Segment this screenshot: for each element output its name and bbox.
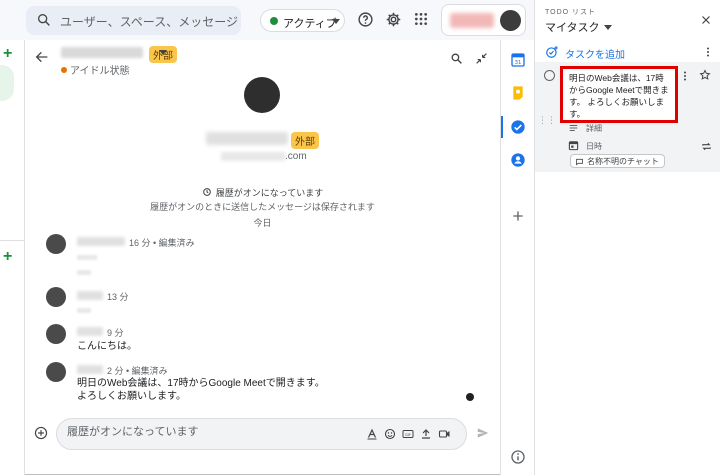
sender-name-blurred: [77, 237, 125, 246]
task-title-input[interactable]: 明日のWeb会議は、17時からGoogle Meetで開きます。 よろしくお願い…: [560, 66, 678, 123]
task-list-name: マイタスク: [545, 22, 600, 34]
svg-text:GIF: GIF: [405, 433, 411, 437]
task-date-field[interactable]: 日時: [586, 141, 602, 152]
side-app-rail: 31: [500, 40, 534, 475]
add-chat-icon[interactable]: +: [3, 45, 12, 63]
account-logo-blurred: [450, 13, 494, 28]
message-text-blurred: [77, 308, 91, 313]
profile-email-domain: .com: [285, 151, 307, 162]
history-notice-text: 履歴がオンになっています: [215, 188, 324, 198]
message-input[interactable]: [67, 426, 347, 438]
profile-avatar: [244, 77, 280, 113]
message-text: よろしくお願いします。: [77, 391, 186, 402]
avatar[interactable]: [46, 324, 66, 344]
left-nav-strip: + +: [0, 40, 25, 475]
close-icon[interactable]: [700, 14, 712, 26]
contact-name-blurred[interactable]: [61, 47, 143, 58]
avatar[interactable]: [46, 234, 66, 254]
add-space-icon[interactable]: +: [3, 248, 12, 266]
chevron-down-icon: [603, 25, 612, 30]
profile-name-blurred: [206, 132, 288, 145]
apps-grid-icon[interactable]: [413, 11, 429, 27]
profile-email-blurred: [221, 152, 285, 161]
history-subtext: 履歴がオンのときに送信したメッセージは保存されます: [150, 202, 375, 212]
star-icon[interactable]: [699, 69, 711, 81]
divider: [0, 240, 25, 241]
history-icon: [202, 188, 211, 196]
add-task-button[interactable]: タスクを追加: [565, 46, 625, 61]
back-arrow-icon[interactable]: [34, 49, 50, 65]
gif-icon[interactable]: GIF: [402, 428, 414, 440]
keep-app-icon[interactable]: [510, 85, 526, 101]
search-icon: [38, 13, 50, 26]
gear-icon[interactable]: [385, 11, 402, 28]
format-text-icon[interactable]: [366, 428, 378, 440]
sender-name-blurred: [77, 291, 103, 300]
message-text-blurred: [77, 270, 91, 275]
more-vert-icon[interactable]: [703, 46, 713, 58]
message-meta: 9 分: [107, 328, 124, 338]
chevron-down-icon: [332, 19, 340, 24]
video-call-icon[interactable]: [438, 428, 451, 440]
tasks-panel: TODO リスト マイタスク タスクを追加 ⋮⋮ 明日のWeb会議は、17時から…: [534, 0, 720, 475]
sender-name-blurred: [77, 327, 103, 336]
source-chat-chip[interactable]: 名称不明のチャット: [570, 154, 665, 168]
search-placeholder: ユーザー、スペース、メッセージを検索: [60, 15, 238, 29]
top-bar: ユーザー、スペース、メッセージを検索 アクティブ: [0, 0, 534, 40]
status-dropdown[interactable]: アクティブ: [260, 9, 345, 32]
selected-nav-indicator: [0, 65, 14, 101]
message-meta: 2 分 • 編集済み: [107, 366, 168, 376]
presence-label: アイドル状態: [70, 66, 130, 77]
avatar[interactable]: [46, 362, 66, 382]
calendar-app-icon[interactable]: 31: [510, 52, 526, 68]
task-list-selector[interactable]: マイタスク: [545, 19, 612, 35]
date-divider: 今日: [253, 218, 272, 228]
external-badge: 外部: [291, 132, 319, 149]
calendar-icon: [568, 141, 579, 151]
svg-text:31: 31: [515, 60, 522, 66]
message-text-blurred: [77, 255, 97, 260]
sender-name-blurred: [77, 365, 103, 374]
drag-handle-icon[interactable]: ⋮⋮: [538, 115, 556, 126]
chat-panel: 外部 アイドル状態 外部 .com 履歴がオンになっています 履歴がオンのときに…: [25, 40, 500, 475]
tasks-panel-label: TODO リスト: [545, 9, 597, 16]
message-meta: 13 分: [107, 292, 129, 302]
add-task-icon[interactable]: [545, 45, 559, 59]
search-icon[interactable]: [450, 52, 463, 65]
idle-dot: [61, 67, 67, 73]
emoji-icon[interactable]: [384, 428, 396, 440]
status-dot: [270, 17, 278, 25]
message-text: こんにちは。: [77, 341, 137, 352]
chevron-down-icon[interactable]: [159, 50, 167, 55]
repeat-icon[interactable]: [701, 141, 712, 152]
history-notice: 履歴がオンになっています: [25, 186, 500, 199]
send-icon[interactable]: [476, 426, 490, 440]
info-icon[interactable]: [510, 449, 526, 465]
chat-header: 外部 アイドル状態: [25, 40, 500, 78]
account-switcher[interactable]: [441, 4, 526, 36]
message-text: 明日のWeb会議は、17時からGoogle Meetで開きます。: [77, 378, 325, 389]
notes-icon: [569, 124, 578, 132]
contacts-app-icon[interactable]: [510, 152, 526, 168]
tasks-app-icon[interactable]: [510, 119, 526, 135]
selected-app-indicator: [501, 116, 503, 138]
avatar[interactable]: [46, 287, 66, 307]
message-meta: 16 分 • 編集済み: [129, 238, 195, 248]
add-circle-icon[interactable]: [34, 426, 48, 440]
task-complete-checkbox[interactable]: [544, 70, 555, 81]
message-compose[interactable]: GIF: [56, 418, 467, 450]
status-label: アクティブ: [283, 18, 337, 30]
help-icon[interactable]: [357, 11, 374, 28]
task-details-field[interactable]: 詳細: [586, 123, 602, 134]
upload-icon[interactable]: [420, 428, 432, 440]
add-app-icon[interactable]: [510, 208, 526, 224]
source-chat-label: 名称不明のチャット: [587, 157, 659, 166]
reaction-avatar: [466, 393, 474, 401]
chat-icon: [576, 158, 583, 166]
collapse-icon[interactable]: [475, 52, 488, 65]
presence-status: アイドル状態: [61, 62, 130, 77]
search-box[interactable]: ユーザー、スペース、メッセージを検索: [26, 6, 241, 35]
more-vert-icon[interactable]: [681, 70, 689, 82]
avatar: [500, 10, 521, 31]
